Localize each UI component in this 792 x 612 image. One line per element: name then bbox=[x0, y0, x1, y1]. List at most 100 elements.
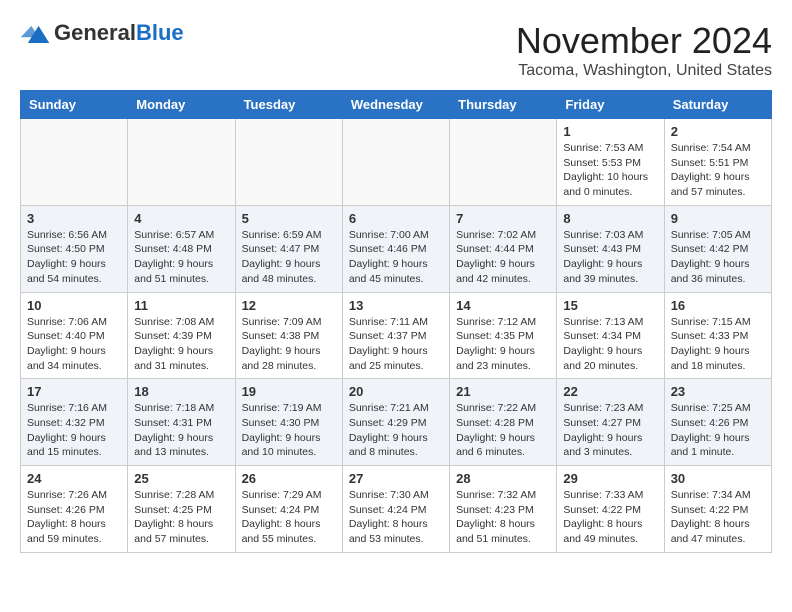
day-info: Sunrise: 7:15 AM Sunset: 4:33 PM Dayligh… bbox=[671, 315, 765, 374]
day-info: Sunrise: 7:29 AM Sunset: 4:24 PM Dayligh… bbox=[242, 488, 336, 547]
day-number: 25 bbox=[134, 471, 228, 486]
day-number: 5 bbox=[242, 211, 336, 226]
day-number: 26 bbox=[242, 471, 336, 486]
day-number: 14 bbox=[456, 298, 550, 313]
day-number: 3 bbox=[27, 211, 121, 226]
weekday-header: Wednesday bbox=[342, 91, 449, 119]
calendar-day-cell: 11 Sunrise: 7:08 AM Sunset: 4:39 PM Dayli… bbox=[128, 292, 235, 379]
day-number: 28 bbox=[456, 471, 550, 486]
calendar-day-cell: 29 Sunrise: 7:33 AM Sunset: 4:22 PM Dayli… bbox=[557, 466, 664, 553]
calendar-day-cell: 12 Sunrise: 7:09 AM Sunset: 4:38 PM Dayli… bbox=[235, 292, 342, 379]
day-info: Sunrise: 7:22 AM Sunset: 4:28 PM Dayligh… bbox=[456, 401, 550, 460]
day-info: Sunrise: 7:00 AM Sunset: 4:46 PM Dayligh… bbox=[349, 228, 443, 287]
day-info: Sunrise: 7:18 AM Sunset: 4:31 PM Dayligh… bbox=[134, 401, 228, 460]
calendar-day-cell: 17 Sunrise: 7:16 AM Sunset: 4:32 PM Dayli… bbox=[21, 379, 128, 466]
day-info: Sunrise: 7:03 AM Sunset: 4:43 PM Dayligh… bbox=[563, 228, 657, 287]
calendar-week-row: 3 Sunrise: 6:56 AM Sunset: 4:50 PM Daylig… bbox=[21, 205, 772, 292]
calendar-day-cell: 13Sunrise: 7:11 AM Sunset: 4:37 PM Dayli… bbox=[342, 292, 449, 379]
day-info: Sunrise: 7:30 AM Sunset: 4:24 PM Dayligh… bbox=[349, 488, 443, 547]
month-title: November 2024 bbox=[516, 20, 772, 62]
day-info: Sunrise: 7:02 AM Sunset: 4:44 PM Dayligh… bbox=[456, 228, 550, 287]
day-number: 23 bbox=[671, 384, 765, 399]
day-number: 12 bbox=[242, 298, 336, 313]
day-info: Sunrise: 7:09 AM Sunset: 4:38 PM Dayligh… bbox=[242, 315, 336, 374]
weekday-header: Tuesday bbox=[235, 91, 342, 119]
calendar-header-row: SundayMondayTuesdayWednesdayThursdayFrid… bbox=[21, 91, 772, 119]
day-number: 24 bbox=[27, 471, 121, 486]
day-number: 22 bbox=[563, 384, 657, 399]
day-info: Sunrise: 6:59 AM Sunset: 4:47 PM Dayligh… bbox=[242, 228, 336, 287]
calendar-day-cell bbox=[450, 119, 557, 206]
calendar-day-cell bbox=[235, 119, 342, 206]
calendar-day-cell: 15Sunrise: 7:13 AM Sunset: 4:34 PM Dayli… bbox=[557, 292, 664, 379]
day-info: Sunrise: 7:05 AM Sunset: 4:42 PM Dayligh… bbox=[671, 228, 765, 287]
calendar-day-cell bbox=[21, 119, 128, 206]
calendar-day-cell: 18 Sunrise: 7:18 AM Sunset: 4:31 PM Dayli… bbox=[128, 379, 235, 466]
day-number: 30 bbox=[671, 471, 765, 486]
weekday-header: Sunday bbox=[21, 91, 128, 119]
calendar-day-cell: 27Sunrise: 7:30 AM Sunset: 4:24 PM Dayli… bbox=[342, 466, 449, 553]
calendar-day-cell: 6 Sunrise: 7:00 AM Sunset: 4:46 PM Daylig… bbox=[342, 205, 449, 292]
day-info: Sunrise: 6:56 AM Sunset: 4:50 PM Dayligh… bbox=[27, 228, 121, 287]
day-info: Sunrise: 7:21 AM Sunset: 4:29 PM Dayligh… bbox=[349, 401, 443, 460]
weekday-header: Thursday bbox=[450, 91, 557, 119]
logo-general: General bbox=[54, 20, 136, 45]
calendar-day-cell: 10Sunrise: 7:06 AM Sunset: 4:40 PM Dayli… bbox=[21, 292, 128, 379]
calendar-day-cell: 9Sunrise: 7:05 AM Sunset: 4:42 PM Daylig… bbox=[664, 205, 771, 292]
day-info: Sunrise: 7:34 AM Sunset: 4:22 PM Dayligh… bbox=[671, 488, 765, 547]
logo: GeneralBlue bbox=[20, 20, 184, 46]
day-info: Sunrise: 7:16 AM Sunset: 4:32 PM Dayligh… bbox=[27, 401, 121, 460]
day-number: 19 bbox=[242, 384, 336, 399]
header: GeneralBlue November 2024 Tacoma, Washin… bbox=[20, 20, 772, 80]
calendar-day-cell: 19 Sunrise: 7:19 AM Sunset: 4:30 PM Dayli… bbox=[235, 379, 342, 466]
calendar-day-cell: 14 Sunrise: 7:12 AM Sunset: 4:35 PM Dayli… bbox=[450, 292, 557, 379]
weekday-header: Monday bbox=[128, 91, 235, 119]
day-info: Sunrise: 7:08 AM Sunset: 4:39 PM Dayligh… bbox=[134, 315, 228, 374]
weekday-header: Saturday bbox=[664, 91, 771, 119]
calendar-day-cell: 26 Sunrise: 7:29 AM Sunset: 4:24 PM Dayli… bbox=[235, 466, 342, 553]
day-number: 29 bbox=[563, 471, 657, 486]
day-info: Sunrise: 7:26 AM Sunset: 4:26 PM Dayligh… bbox=[27, 488, 121, 547]
day-number: 16 bbox=[671, 298, 765, 313]
day-info: Sunrise: 7:06 AM Sunset: 4:40 PM Dayligh… bbox=[27, 315, 121, 374]
day-number: 6 bbox=[349, 211, 443, 226]
calendar-day-cell: 22 Sunrise: 7:23 AM Sunset: 4:27 PM Dayli… bbox=[557, 379, 664, 466]
day-number: 18 bbox=[134, 384, 228, 399]
day-number: 11 bbox=[134, 298, 228, 313]
calendar-day-cell: 4Sunrise: 6:57 AM Sunset: 4:48 PM Daylig… bbox=[128, 205, 235, 292]
calendar: SundayMondayTuesdayWednesdayThursdayFrid… bbox=[20, 90, 772, 553]
day-info: Sunrise: 7:11 AM Sunset: 4:37 PM Dayligh… bbox=[349, 315, 443, 374]
calendar-week-row: 1Sunrise: 7:53 AM Sunset: 5:53 PM Daylig… bbox=[21, 119, 772, 206]
calendar-day-cell: 2 Sunrise: 7:54 AM Sunset: 5:51 PM Daylig… bbox=[664, 119, 771, 206]
calendar-day-cell: 16 Sunrise: 7:15 AM Sunset: 4:33 PM Dayli… bbox=[664, 292, 771, 379]
calendar-day-cell bbox=[342, 119, 449, 206]
day-number: 15 bbox=[563, 298, 657, 313]
location-title: Tacoma, Washington, United States bbox=[516, 62, 772, 80]
logo-icon bbox=[20, 23, 50, 43]
day-number: 1 bbox=[563, 124, 657, 139]
calendar-day-cell: 5 Sunrise: 6:59 AM Sunset: 4:47 PM Daylig… bbox=[235, 205, 342, 292]
day-number: 20 bbox=[349, 384, 443, 399]
day-info: Sunrise: 7:28 AM Sunset: 4:25 PM Dayligh… bbox=[134, 488, 228, 547]
day-number: 2 bbox=[671, 124, 765, 139]
day-number: 17 bbox=[27, 384, 121, 399]
weekday-header: Friday bbox=[557, 91, 664, 119]
day-number: 7 bbox=[456, 211, 550, 226]
calendar-week-row: 24 Sunrise: 7:26 AM Sunset: 4:26 PM Dayli… bbox=[21, 466, 772, 553]
day-info: Sunrise: 7:23 AM Sunset: 4:27 PM Dayligh… bbox=[563, 401, 657, 460]
day-info: Sunrise: 7:32 AM Sunset: 4:23 PM Dayligh… bbox=[456, 488, 550, 547]
calendar-day-cell: 1Sunrise: 7:53 AM Sunset: 5:53 PM Daylig… bbox=[557, 119, 664, 206]
day-info: Sunrise: 7:19 AM Sunset: 4:30 PM Dayligh… bbox=[242, 401, 336, 460]
day-info: Sunrise: 7:54 AM Sunset: 5:51 PM Dayligh… bbox=[671, 141, 765, 200]
calendar-day-cell: 25 Sunrise: 7:28 AM Sunset: 4:25 PM Dayli… bbox=[128, 466, 235, 553]
calendar-day-cell: 28 Sunrise: 7:32 AM Sunset: 4:23 PM Dayli… bbox=[450, 466, 557, 553]
calendar-day-cell: 8Sunrise: 7:03 AM Sunset: 4:43 PM Daylig… bbox=[557, 205, 664, 292]
calendar-day-cell: 7 Sunrise: 7:02 AM Sunset: 4:44 PM Daylig… bbox=[450, 205, 557, 292]
day-info: Sunrise: 7:25 AM Sunset: 4:26 PM Dayligh… bbox=[671, 401, 765, 460]
calendar-day-cell: 24 Sunrise: 7:26 AM Sunset: 4:26 PM Dayli… bbox=[21, 466, 128, 553]
logo-blue: Blue bbox=[136, 20, 184, 45]
day-number: 4 bbox=[134, 211, 228, 226]
calendar-week-row: 10Sunrise: 7:06 AM Sunset: 4:40 PM Dayli… bbox=[21, 292, 772, 379]
day-info: Sunrise: 7:33 AM Sunset: 4:22 PM Dayligh… bbox=[563, 488, 657, 547]
day-info: Sunrise: 7:12 AM Sunset: 4:35 PM Dayligh… bbox=[456, 315, 550, 374]
